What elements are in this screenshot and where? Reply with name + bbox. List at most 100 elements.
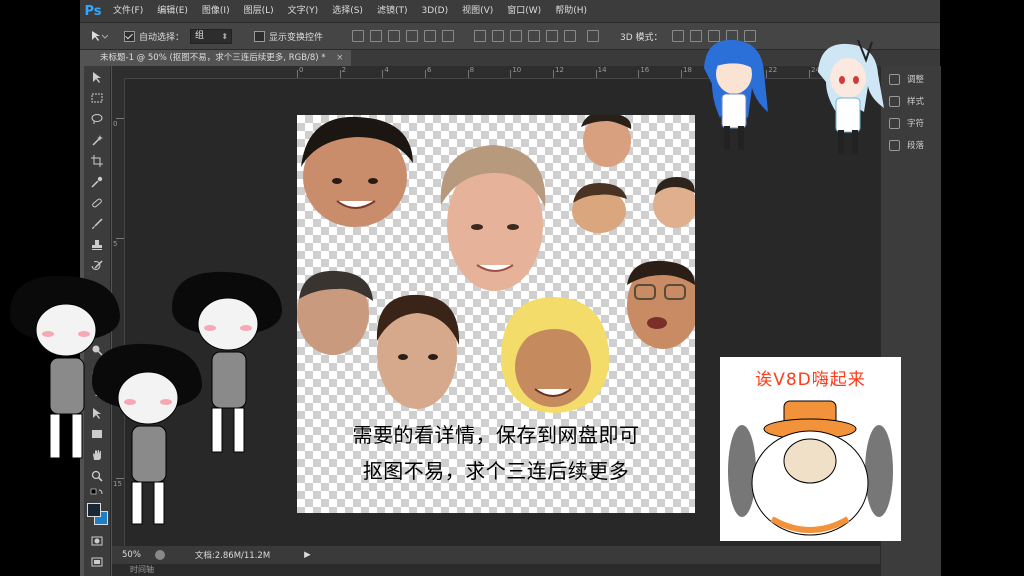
move-tool-preset[interactable] <box>90 30 108 42</box>
healing-brush-tool[interactable] <box>84 192 110 213</box>
eyedropper-icon <box>91 176 103 188</box>
styles-icon <box>889 95 900 107</box>
panel-character[interactable]: 字符 <box>881 112 941 134</box>
ruler-tick <box>681 70 682 78</box>
zoom-level[interactable]: 50% <box>122 550 141 560</box>
marquee-tool[interactable] <box>84 87 110 108</box>
magic-wand-icon <box>92 134 103 146</box>
menu-3d[interactable]: 3D(D) <box>414 0 455 22</box>
menu-window[interactable]: 窗口(W) <box>500 0 548 22</box>
face-cutout-6 <box>627 260 695 349</box>
status-bar: 50% 文档:2.86M/11.2M ▶ <box>112 546 880 564</box>
panel-label: 字符 <box>907 119 925 129</box>
sticker-title: 诶V8D嗨起来 <box>755 370 866 390</box>
ruler-tick <box>297 70 298 78</box>
quick-mask-icon <box>91 536 103 545</box>
ruler-number: 4 <box>384 66 389 74</box>
bandage-icon <box>92 198 102 207</box>
auto-select-option[interactable]: 自动选择： <box>124 30 184 43</box>
ps-logo: Ps <box>84 3 102 19</box>
brush-tool[interactable] <box>84 213 110 234</box>
align-left-icon[interactable] <box>406 30 419 42</box>
menu-view[interactable]: 视图(V) <box>455 0 500 22</box>
align-vcenter-icon[interactable] <box>370 30 383 42</box>
ruler-tick <box>425 70 426 78</box>
close-tab-icon[interactable]: × <box>336 53 343 63</box>
auto-align-icon[interactable] <box>587 30 600 42</box>
canvas-text-line-1[interactable]: 需要的看详情，保存到网盘即可 <box>297 419 695 448</box>
ruler-number: 16 <box>640 66 650 74</box>
panel-styles[interactable]: 样式 <box>881 90 941 112</box>
document-tab-title: 未标题-1 @ 50% (抠图不易，求个三连后续更多, RGB/8) * <box>100 53 326 63</box>
distribute-right-icon[interactable] <box>564 30 577 42</box>
ruler-number: 12 <box>555 66 564 74</box>
menu-help[interactable]: 帮助(H) <box>548 0 594 22</box>
ruler-number: 5 <box>113 240 118 248</box>
menu-select[interactable]: 选择(S) <box>325 0 370 22</box>
anime-girl-blue-hair <box>704 39 768 150</box>
ruler-tick <box>553 70 554 78</box>
anime-girls-overlay <box>704 39 884 154</box>
distribute-vcenter-icon[interactable] <box>492 30 505 42</box>
status-info-icon[interactable] <box>154 550 165 560</box>
ruler-number: 14 <box>597 66 607 74</box>
align-hcenter-icon[interactable] <box>424 30 437 42</box>
align-right-icon[interactable] <box>442 30 455 42</box>
mode-3d-label: 3D 模式： <box>620 32 663 43</box>
ruler-tick <box>116 238 124 239</box>
timeline-panel[interactable]: 时间轴 <box>112 564 880 576</box>
distribute-top-icon[interactable] <box>474 30 487 42</box>
anime-girl-white-hair <box>818 39 884 154</box>
clone-stamp-tool[interactable] <box>84 234 110 255</box>
menu-image[interactable]: 图像(I) <box>195 0 237 22</box>
crop-tool[interactable] <box>84 150 110 171</box>
menu-type[interactable]: 文字(Y) <box>281 0 326 22</box>
panel-label: 调整 <box>907 75 925 85</box>
menu-filter[interactable]: 滤镜(T) <box>370 0 415 22</box>
sticker-illustration <box>728 400 893 536</box>
menu-edit[interactable]: 编辑(E) <box>150 0 195 22</box>
quick-mask-tool[interactable] <box>84 530 110 551</box>
meme-character-2 <box>92 343 202 525</box>
document-canvas[interactable]: 需要的看详情，保存到网盘即可 抠图不易，求个三连后续更多 <box>297 115 695 513</box>
panel-paragraph[interactable]: 段落 <box>881 134 941 156</box>
document-tab[interactable]: 未标题-1 @ 50% (抠图不易，求个三连后续更多, RGB/8) * × <box>80 50 352 66</box>
crop-icon <box>91 154 103 167</box>
ruler-tick <box>638 70 640 78</box>
brush-icon <box>92 217 103 229</box>
ruler-tick <box>339 70 341 78</box>
status-menu-arrow-icon[interactable]: ▶ <box>304 550 311 560</box>
quick-select-tool[interactable] <box>84 129 110 150</box>
screen-mode-tool[interactable] <box>84 551 110 572</box>
eyedropper-tool[interactable] <box>84 171 110 192</box>
move-tool[interactable] <box>84 66 110 87</box>
ruler-number: 0 <box>113 120 118 128</box>
panel-adjust[interactable]: 调整 <box>881 68 941 90</box>
menu-layer[interactable]: 图层(L) <box>237 0 281 22</box>
lasso-tool[interactable] <box>84 108 110 129</box>
adjust-icon <box>889 73 900 85</box>
face-cutout-2 <box>440 145 546 291</box>
show-transform-checkbox[interactable] <box>254 30 266 42</box>
distribute-bottom-icon[interactable] <box>510 30 523 42</box>
distribute-left-icon[interactable] <box>528 30 541 42</box>
document-size: 文档:2.86M/11.2M <box>194 551 271 561</box>
align-bottom-icon[interactable] <box>388 30 401 42</box>
3d-rotate-icon[interactable] <box>671 30 684 42</box>
panel-label: 样式 <box>907 97 925 107</box>
auto-select-checkbox[interactable] <box>124 30 135 42</box>
canvas-text-line-2[interactable]: 抠图不易，求个三连后续更多 <box>297 455 695 484</box>
cutout-faces <box>297 115 695 413</box>
show-transform-option[interactable]: 显示变换控件 <box>254 30 323 43</box>
marquee-icon <box>91 93 103 102</box>
lasso-icon <box>91 113 103 124</box>
menu-file[interactable]: 文件(F) <box>106 0 150 22</box>
menu-bar: Ps 文件(F) 编辑(E) 图像(I) 图层(L) 文字(Y) 选择(S) 滤… <box>80 0 940 23</box>
sticker-overlay: 诶V8D嗨起来 <box>720 357 901 541</box>
panel-label: 段落 <box>907 141 925 151</box>
ruler-number: 10 <box>512 66 522 74</box>
align-top-icon[interactable] <box>352 30 365 42</box>
auto-select-dropdown[interactable]: 组 <box>190 28 233 44</box>
distribute-hcenter-icon[interactable] <box>546 30 559 42</box>
screen-mode-icon <box>91 557 103 566</box>
